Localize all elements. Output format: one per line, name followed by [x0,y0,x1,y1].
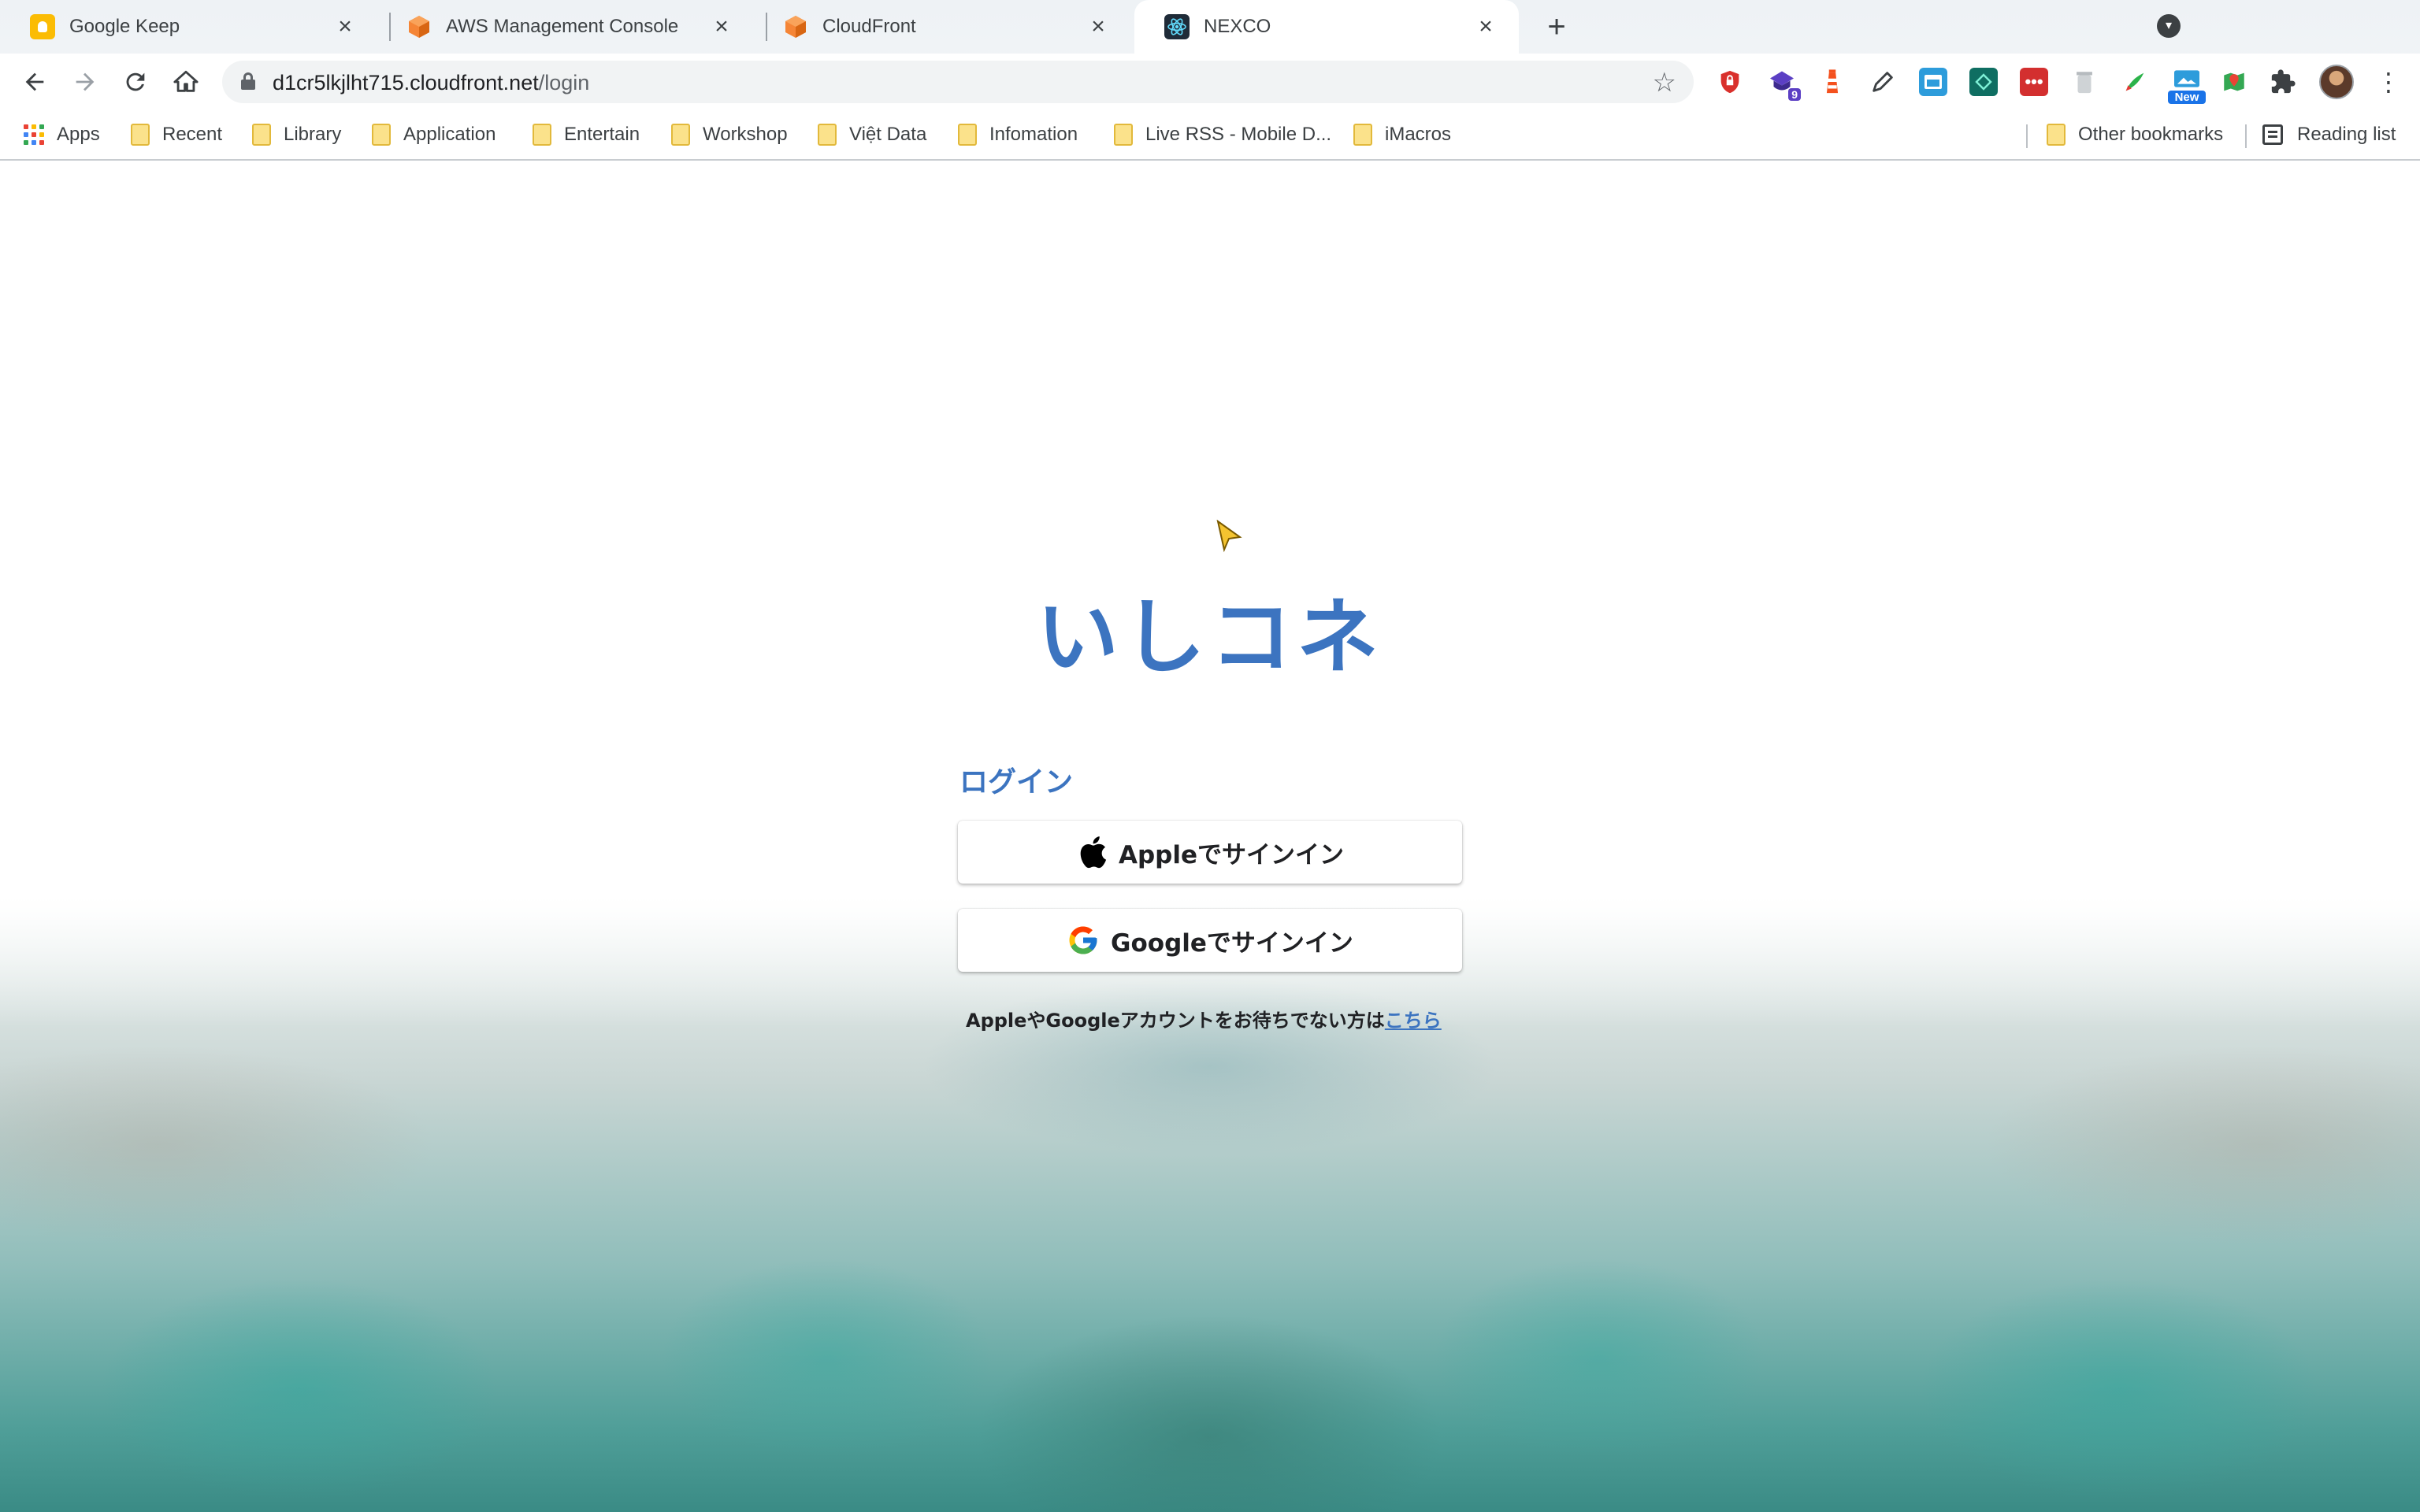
apple-signin-button[interactable]: Appleでサインイン [958,821,1462,884]
profile-avatar[interactable] [2319,65,2354,99]
lighthouse-icon[interactable] [1818,68,1847,96]
back-icon[interactable] [17,65,52,99]
folder-icon [372,124,391,146]
folder-icon [1114,124,1133,146]
address-bar[interactable]: d1cr5lkjlht715.cloudfront.net/login ☆ [222,61,1694,103]
bookmark-label: Infomation [989,124,1078,145]
url-text: d1cr5lkjlht715.cloudfront.net/login [273,71,589,95]
trash-extension-icon[interactable] [2070,68,2099,96]
bookmark-star-icon[interactable]: ☆ [1653,67,1676,98]
bookmarks-divider [2026,124,2028,148]
close-tab-icon[interactable]: × [331,13,359,40]
apple-signin-label: Appleでサインイン [1118,840,1345,869]
extension-badge: 9 [1788,88,1801,101]
close-tab-icon[interactable]: × [1084,13,1112,40]
signup-note-text: AppleやGoogleアカウントをお待ちでない方は [966,1010,1385,1032]
tab-google-keep[interactable]: Google Keep × [0,0,378,54]
more-extension-icon[interactable]: ••• [2020,68,2048,96]
tab-title: NEXCO [1204,16,1271,37]
bookmark-label: Apps [57,124,100,145]
signup-link[interactable]: こちら [1385,1010,1442,1032]
bookmark-folder[interactable]: Recent [131,120,222,150]
brand-title: いしコネ [1036,589,1383,685]
bookmark-label: Recent [162,124,223,145]
react-atom-icon [1164,14,1190,39]
puzzle-extensions-icon[interactable] [2269,68,2297,96]
reload-icon[interactable] [118,65,153,99]
tab-strip: Google Keep × AWS Management Console × C… [0,0,2420,54]
folder-icon [2047,124,2066,146]
bookmark-apps[interactable]: Apps [24,120,100,150]
tab-cloudfront[interactable]: CloudFront × [753,0,1131,54]
folder-icon [533,124,551,146]
tab-title: Google Keep [69,16,180,37]
bookmark-folder[interactable]: Workshop [671,120,788,150]
bookmark-folder[interactable]: Library [252,120,341,150]
url-path: /login [538,71,590,94]
bookmark-label: Live RSS - Mobile D... [1145,124,1332,145]
tab-nexco[interactable]: NEXCO × [1134,0,1519,54]
pen-icon[interactable] [1869,68,1897,96]
close-tab-icon[interactable]: × [1472,13,1500,40]
new-extension-icon[interactable]: New [2168,68,2206,104]
bookmark-folder[interactable]: Entertain [533,120,640,150]
tab-aws-console[interactable]: AWS Management Console × [377,0,755,54]
browser-chrome: Google Keep × AWS Management Console × C… [0,0,2420,161]
aws-cube-icon [783,14,808,39]
menu-kebab-icon[interactable]: ⋮ [2376,65,2401,99]
reading-list-icon [2262,124,2283,145]
bookmark-label: Workshop [703,124,788,145]
ublock-shield-icon[interactable] [1716,68,1744,96]
login-heading: ログイン [959,766,1074,799]
apps-grid-icon [24,124,44,145]
apple-logo-icon [1080,836,1107,869]
maps-extension-icon[interactable] [2220,68,2248,96]
folder-icon [131,124,150,146]
google-keep-icon [30,14,55,39]
aws-cube-icon [406,14,432,39]
bookmark-label: Library [284,124,342,145]
reading-list[interactable]: Reading list [2262,120,2396,150]
lock-icon[interactable] [241,72,255,90]
new-badge: New [2168,91,2206,104]
forward-icon[interactable] [68,65,102,99]
url-host: d1cr5lkjlht715.cloudfront.net [273,71,539,94]
bookmark-label: Reading list [2297,124,2396,145]
tab-title: AWS Management Console [446,16,679,37]
bookmark-other[interactable]: Other bookmarks [2047,120,2223,150]
diamond-extension-icon[interactable] [1969,68,1998,96]
tab-search-icon[interactable]: ▾ [2157,14,2181,38]
bookmark-label: Application [403,124,496,145]
new-tab-button[interactable]: + [1538,8,1576,46]
mouse-cursor-icon [1216,520,1242,553]
google-signin-label: Googleでサインイン [1111,928,1353,958]
window-extension-icon[interactable] [1919,68,1947,96]
bookmark-folder[interactable]: iMacros [1353,120,1451,150]
bookmark-folder[interactable]: Infomation [958,120,1078,150]
bookmark-label: iMacros [1385,124,1452,145]
extension-9-icon[interactable]: 9 [1768,68,1801,101]
bookmark-folder[interactable]: Application [372,120,496,150]
browser-toolbar: d1cr5lkjlht715.cloudfront.net/login ☆ 9 … [0,54,2420,110]
login-page: いしコネ ログイン Appleでサインイン Googleでサインイン Apple… [0,161,2420,1512]
folder-icon [958,124,977,146]
home-icon[interactable] [169,65,203,99]
folder-icon [1353,124,1372,146]
bookmark-folder[interactable]: Việt Data [818,120,926,150]
rocket-extension-icon[interactable] [2121,68,2149,96]
bookmarks-bar: Apps Recent Library Application Entertai… [0,110,2420,159]
bookmark-label: Entertain [564,124,640,145]
bookmarks-divider [2245,124,2247,148]
signup-note: AppleやGoogleアカウントをお待ちでない方はこちら [966,1005,1442,1032]
folder-icon [818,124,837,146]
tab-title: CloudFront [822,16,916,37]
bookmark-label: Other bookmarks [2078,124,2224,145]
folder-icon [252,124,271,146]
folder-icon [671,124,690,146]
google-logo-icon [1069,926,1097,954]
close-tab-icon[interactable]: × [707,13,736,40]
google-signin-button[interactable]: Googleでサインイン [958,909,1462,972]
bookmark-label: Việt Data [849,124,927,145]
bookmark-folder[interactable]: Live RSS - Mobile D... [1114,120,1331,150]
